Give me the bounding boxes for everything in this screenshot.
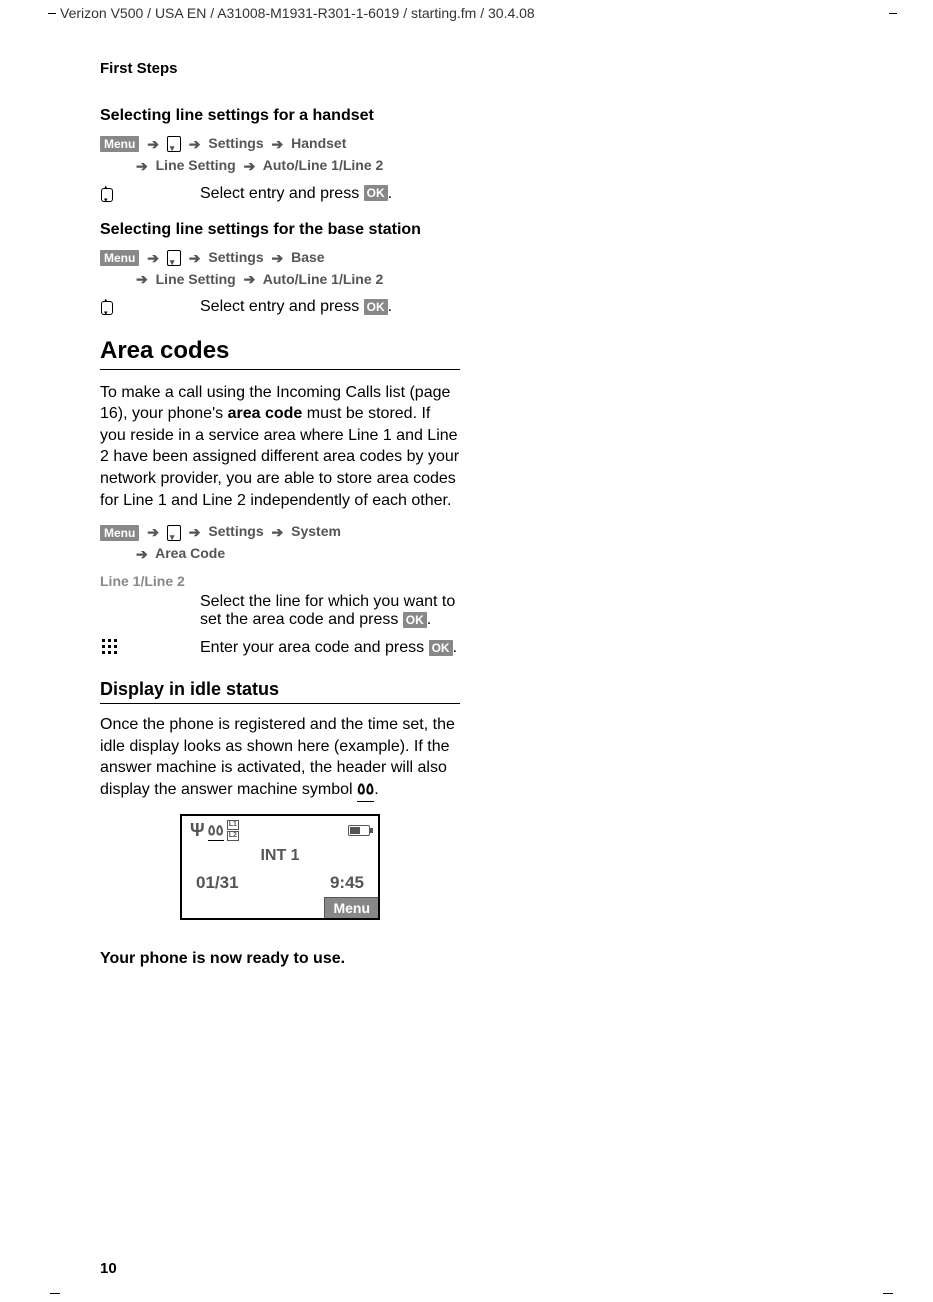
updown-icon: ▴ ▾: [100, 185, 114, 203]
handset-instruction: ▴ ▾ Select entry and press OK.: [100, 185, 460, 203]
arrow-icon: ➔: [136, 546, 148, 563]
crop-mark: [50, 1293, 60, 1294]
handset-heading: Selecting line settings for a handset: [100, 107, 460, 125]
arrow-icon: ➔: [189, 524, 201, 541]
nav-down-icon: [167, 136, 181, 152]
path-line-setting: Line Setting: [156, 271, 236, 287]
path-options: Auto/Line 1/Line 2: [263, 271, 384, 287]
handset-path-2: ➔ Line Setting ➔ Auto/Line 1/Line 2: [100, 157, 460, 175]
ok-badge: OK: [403, 612, 427, 628]
instruction-text: Enter your area code and press: [200, 639, 429, 656]
base-instruction: ▴ ▾ Select entry and press OK.: [100, 298, 460, 316]
para-bold: area code: [228, 405, 303, 422]
path-settings: Settings: [208, 135, 263, 151]
keypad-instruction: Enter your area code and press OK.: [100, 639, 460, 657]
nav-down-icon: [167, 250, 181, 266]
handset-path-1: Menu ➔ ➔ Settings ➔ Handset: [100, 135, 460, 153]
ok-badge: OK: [429, 640, 453, 656]
ok-badge: OK: [364, 299, 388, 315]
line-label: Line 1/Line 2: [100, 573, 460, 589]
keypad-icon: [100, 639, 118, 657]
arrow-icon: ➔: [147, 136, 159, 153]
battery-icon: [348, 825, 370, 836]
page-number: 10: [100, 1260, 117, 1277]
crop-mark: [883, 1293, 893, 1294]
menu-badge: Menu: [100, 136, 139, 152]
line-badges: L1 L2: [227, 820, 239, 841]
phone-menu-button: Menu: [324, 897, 378, 918]
menu-badge: Menu: [100, 525, 139, 541]
phone-time: 9:45: [330, 873, 364, 893]
path-settings: Settings: [208, 523, 263, 539]
arrow-icon: ➔: [272, 136, 284, 153]
phone-display: Ψ ٥٥ L1 L2 INT 1 01/31 9:45 Menu: [180, 814, 380, 920]
path-options: Auto/Line 1/Line 2: [263, 157, 384, 173]
base-path-2: ➔ Line Setting ➔ Auto/Line 1/Line 2: [100, 271, 460, 289]
path-area-code: Area Code: [155, 545, 225, 561]
base-heading: Selecting line settings for the base sta…: [100, 221, 460, 239]
phone-date: 01/31: [196, 873, 239, 893]
path-target: System: [291, 523, 341, 539]
answer-machine-icon: ٥٥: [357, 779, 374, 803]
arrow-icon: ➔: [272, 524, 284, 541]
area-codes-para: To make a call using the Incoming Calls …: [100, 382, 460, 512]
line2-badge: L2: [227, 831, 239, 841]
phone-datetime: 01/31 9:45: [182, 873, 378, 897]
section-label: First Steps: [100, 60, 460, 77]
instruction-text: Select entry and press: [200, 185, 364, 202]
area-path-2: ➔ Area Code: [100, 545, 460, 563]
path-target: Base: [291, 249, 324, 265]
line1-badge: L1: [227, 820, 239, 830]
page-content: First Steps Selecting line settings for …: [100, 60, 460, 968]
arrow-icon: ➔: [244, 158, 256, 175]
doc-path: Verizon V500 / USA EN / A31008-M1931-R30…: [60, 5, 535, 21]
arrow-icon: ➔: [244, 271, 256, 288]
line-instruction: Select the line for which you want to se…: [100, 593, 460, 629]
phone-softkey-row: Menu: [182, 897, 378, 918]
ready-text: Your phone is now ready to use.: [100, 950, 460, 968]
para-text: Once the phone is registered and the tim…: [100, 716, 455, 798]
arrow-icon: ➔: [189, 136, 201, 153]
path-settings: Settings: [208, 249, 263, 265]
idle-heading: Display in idle status: [100, 679, 460, 700]
phone-status-row: Ψ ٥٥ L1 L2: [182, 816, 378, 845]
phone-int-label: INT 1: [182, 845, 378, 873]
doc-header: Verizon V500 / USA EN / A31008-M1931-R30…: [60, 5, 893, 21]
arrow-icon: ➔: [136, 158, 148, 175]
arrow-icon: ➔: [147, 250, 159, 267]
arrow-icon: ➔: [147, 524, 159, 541]
area-path-1: Menu ➔ ➔ Settings ➔ System: [100, 523, 460, 541]
idle-para: Once the phone is registered and the tim…: [100, 714, 460, 802]
instruction-text: Select entry and press: [200, 298, 364, 315]
heading-rule: [100, 369, 460, 370]
answer-machine-icon: ٥٥: [208, 821, 224, 841]
arrow-icon: ➔: [189, 250, 201, 267]
ok-badge: OK: [364, 185, 388, 201]
menu-badge: Menu: [100, 250, 139, 266]
arrow-icon: ➔: [136, 271, 148, 288]
updown-icon: ▴ ▾: [100, 298, 114, 316]
sub-rule: [100, 703, 460, 704]
area-codes-heading: Area codes: [100, 337, 460, 365]
base-path-1: Menu ➔ ➔ Settings ➔ Base: [100, 249, 460, 267]
path-target: Handset: [291, 135, 346, 151]
path-line-setting: Line Setting: [156, 157, 236, 173]
signal-icon: Ψ: [190, 820, 205, 841]
nav-down-icon: [167, 525, 181, 541]
arrow-icon: ➔: [272, 250, 284, 267]
